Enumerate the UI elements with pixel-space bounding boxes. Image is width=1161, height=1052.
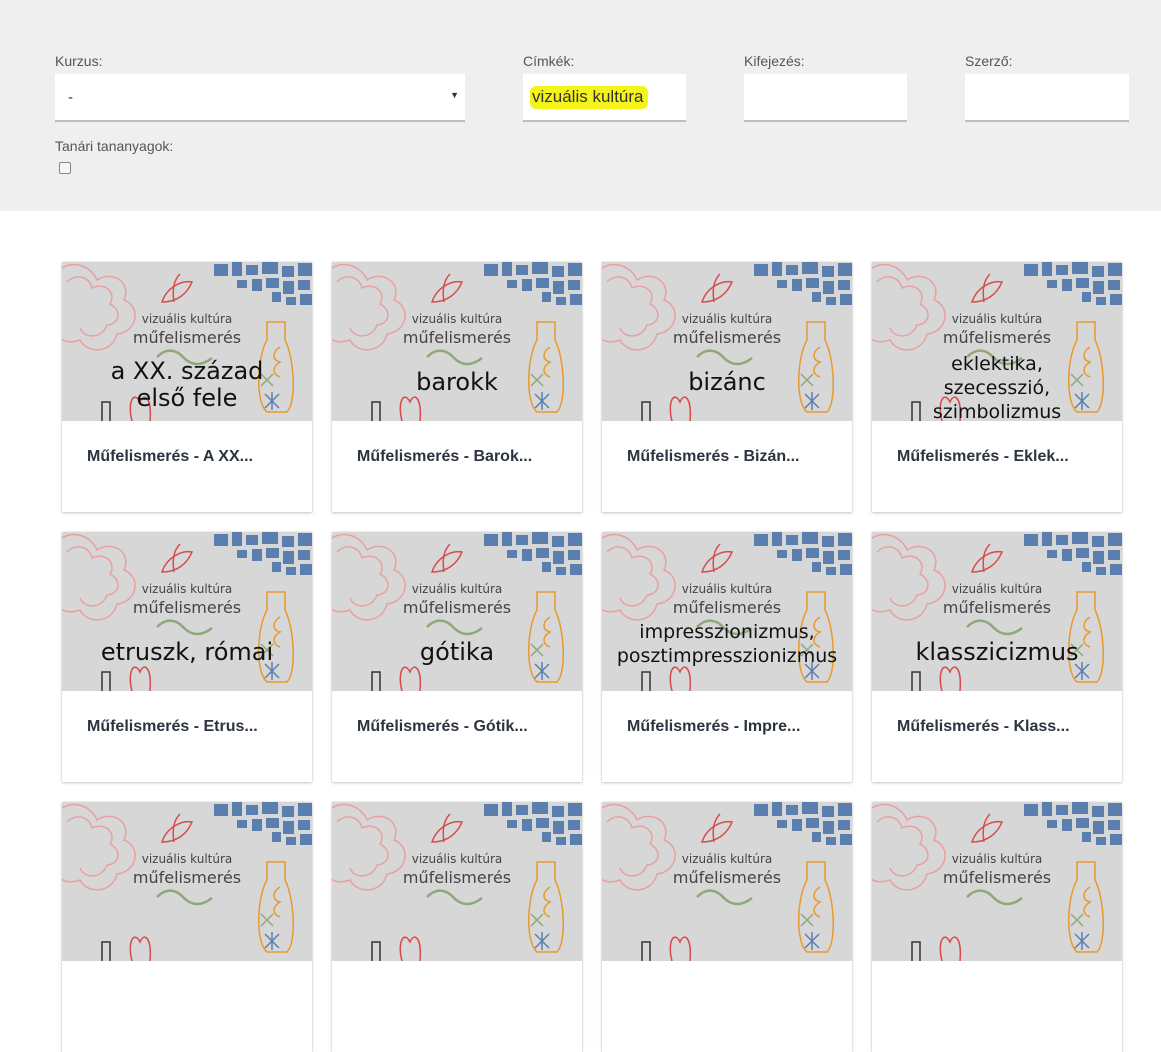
kurzus-label: Kurzus: [55, 53, 103, 69]
cimkek-tag-value: vizuális kultúra [530, 86, 648, 109]
course-card[interactable]: vizuális kultúra műfelismerés barokk Műfeli… [332, 262, 582, 512]
card-thumbnail: vizuális kultúra műfelismerés [332, 802, 582, 961]
thumb-subtitle: műfelismerés [672, 868, 782, 887]
card-title[interactable]: Műfelismerés - Klass... [897, 718, 1070, 736]
course-card[interactable]: vizuális kultúra műfelismerés a XX. század… [62, 262, 312, 512]
thumb-overline: vizuális kultúra [411, 852, 503, 866]
thumb-topic: eklektika, szecesszió, szimbolizmus [932, 353, 1062, 421]
thumb-subtitle: műfelismerés [402, 598, 512, 617]
course-card[interactable]: vizuális kultúra műfelismerés [602, 802, 852, 1052]
thumb-topic: klasszicizmus [915, 638, 1079, 666]
course-card[interactable]: vizuális kultúra műfelismerés klasszicizmu… [872, 532, 1122, 782]
thumb-topic: a XX. század első fele [110, 357, 264, 412]
card-thumbnail: vizuális kultúra műfelismerés barokk [332, 262, 582, 421]
card-thumbnail: vizuális kultúra műfelismerés [872, 802, 1122, 961]
thumb-subtitle: műfelismerés [402, 868, 512, 887]
card-thumbnail: vizuális kultúra műfelismerés [602, 802, 852, 961]
thumb-subtitle: műfelismerés [672, 598, 782, 617]
thumb-overline: vizuális kultúra [141, 312, 233, 326]
thumb-overline: vizuális kultúra [681, 312, 773, 326]
card-thumbnail: vizuális kultúra műfelismerés [62, 802, 312, 961]
card-thumbnail: vizuális kultúra műfelismerés bizánc [602, 262, 852, 421]
thumb-overline: vizuális kultúra [411, 312, 503, 326]
kurzus-select[interactable]: - ▼ [55, 74, 465, 122]
card-thumbnail: vizuális kultúra műfelismerés a XX. század… [62, 262, 312, 421]
card-thumbnail: vizuális kultúra műfelismerés eklektika, s… [872, 262, 1122, 421]
card-thumbnail: vizuális kultúra műfelismerés impresszioni… [602, 532, 852, 691]
thumb-subtitle: műfelismerés [132, 328, 242, 347]
szerzo-label: Szerző: [965, 53, 1013, 69]
kurzus-select-value: - [68, 89, 73, 106]
thumb-subtitle: műfelismerés [132, 598, 242, 617]
thumb-topic: gótika [419, 638, 495, 666]
caret-down-icon: ▼ [450, 90, 459, 100]
kifejezes-label: Kifejezés: [744, 53, 805, 69]
cimkek-input[interactable]: vizuális kultúra [523, 74, 686, 122]
card-title[interactable]: Műfelismerés - Bizán... [627, 448, 800, 466]
thumb-subtitle: műfelismerés [402, 328, 512, 347]
course-card[interactable]: vizuális kultúra műfelismerés [872, 802, 1122, 1052]
thumb-overline: vizuális kultúra [951, 582, 1043, 596]
thumb-subtitle: műfelismerés [942, 328, 1052, 347]
thumb-overline: vizuális kultúra [411, 582, 503, 596]
thumb-subtitle: műfelismerés [942, 868, 1052, 887]
course-card[interactable]: vizuális kultúra műfelismerés etruszk, róm… [62, 532, 312, 782]
thumb-overline: vizuális kultúra [951, 312, 1043, 326]
course-card[interactable]: vizuális kultúra műfelismerés gótika Műfeli… [332, 532, 582, 782]
card-title[interactable]: Műfelismerés - Gótik... [357, 718, 528, 736]
kifejezes-input[interactable] [744, 74, 907, 122]
thumb-topic: bizánc [688, 368, 766, 396]
thumb-overline: vizuális kultúra [681, 582, 773, 596]
card-title[interactable]: Műfelismerés - Barok... [357, 448, 532, 466]
card-thumbnail: vizuális kultúra műfelismerés etruszk, róm… [62, 532, 312, 691]
thumb-overline: vizuális kultúra [681, 852, 773, 866]
card-title[interactable]: Műfelismerés - Eklek... [897, 448, 1069, 466]
card-thumbnail: vizuális kultúra műfelismerés klasszicizmu… [872, 532, 1122, 691]
course-card[interactable]: vizuális kultúra műfelismerés [332, 802, 582, 1052]
tanari-label: Tanári tananyagok: [55, 138, 174, 154]
thumb-overline: vizuális kultúra [951, 852, 1043, 866]
thumb-overline: vizuális kultúra [141, 852, 233, 866]
filter-panel: Kurzus: - ▼ Címkék: vizuális kultúra Kif… [0, 0, 1161, 211]
card-title[interactable]: Műfelismerés - Impre... [627, 718, 800, 736]
card-title[interactable]: Műfelismerés - Etrus... [87, 718, 258, 736]
tanari-checkbox[interactable] [59, 162, 71, 174]
thumb-subtitle: műfelismerés [132, 868, 242, 887]
course-card[interactable]: vizuális kultúra műfelismerés bizánc Műfeli… [602, 262, 852, 512]
thumb-topic: barokk [416, 368, 498, 396]
course-card[interactable]: vizuális kultúra műfelismerés eklektika, s… [872, 262, 1122, 512]
course-card[interactable]: vizuális kultúra műfelismerés [62, 802, 312, 1052]
thumb-subtitle: műfelismerés [942, 598, 1052, 617]
thumb-topic: impresszionizmus, posztimpresszionizmus [616, 621, 838, 667]
card-title[interactable]: Műfelismerés - A XX... [87, 448, 253, 466]
szerzo-input[interactable] [965, 74, 1129, 122]
thumb-subtitle: műfelismerés [672, 328, 782, 347]
thumb-topic: etruszk, római [100, 638, 274, 666]
thumb-overline: vizuális kultúra [141, 582, 233, 596]
cimkek-label: Címkék: [523, 53, 575, 69]
card-thumbnail: vizuális kultúra műfelismerés gótika [332, 532, 582, 691]
course-card[interactable]: vizuális kultúra műfelismerés impresszioni… [602, 532, 852, 782]
